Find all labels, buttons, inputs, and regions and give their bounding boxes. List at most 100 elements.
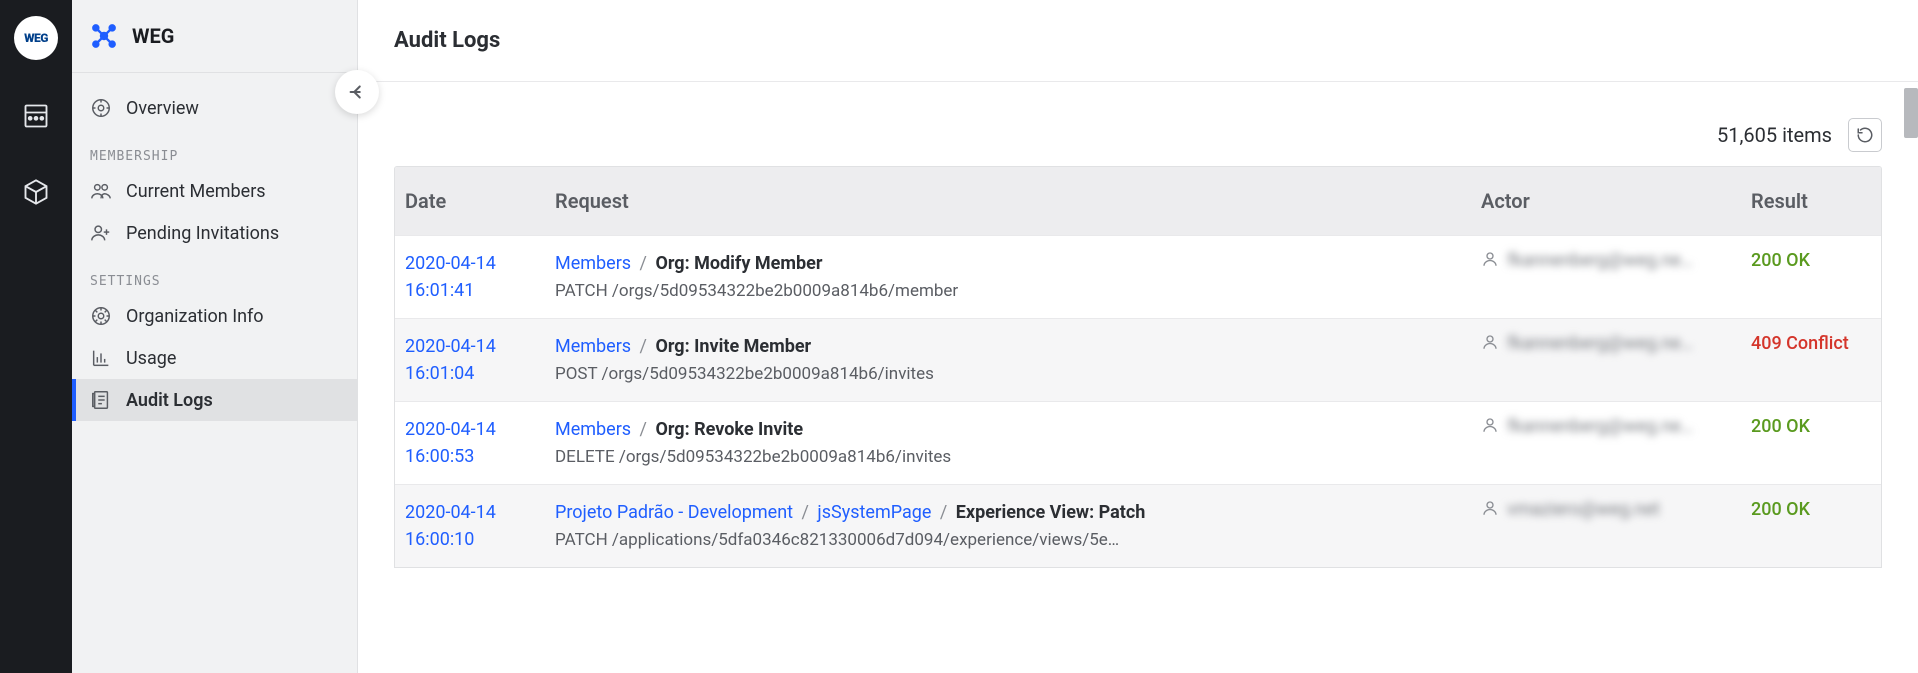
nav-audit-logs-label: Audit Logs: [126, 390, 213, 411]
sidebar-nav: Overview MEMBERSHIP Current Members Pend…: [72, 73, 357, 435]
sidebar: WEG Overview MEMBERSHIP Current Members …: [72, 0, 358, 673]
cell-actor: fkannenberg@weg.ne…: [1481, 250, 1751, 304]
cell-result: 200 OK: [1751, 499, 1871, 553]
table-header-row: Date Request Actor Result: [395, 167, 1881, 235]
request-path: DELETE /orgs/5d09534322be2b0009a814b6/in…: [555, 447, 1481, 467]
user-icon: [1481, 333, 1499, 356]
table-body: 2020-04-1416:01:41Members / Org: Modify …: [395, 235, 1881, 567]
scrollbar-thumb[interactable]: [1904, 88, 1918, 138]
actor-name: fkannenberg@weg.ne…: [1507, 416, 1693, 437]
item-count: 51,605 items: [1717, 123, 1832, 147]
nav-current-members[interactable]: Current Members: [72, 170, 357, 212]
user-icon: [1481, 499, 1499, 522]
gear-icon: [90, 305, 112, 327]
breadcrumb-link[interactable]: Projeto Padrão - Development: [555, 502, 793, 523]
actor-name: fkannenberg@weg.ne…: [1507, 250, 1693, 271]
breadcrumb-separator: /: [635, 253, 651, 274]
table-row[interactable]: 2020-04-1416:01:41Members / Org: Modify …: [395, 235, 1881, 318]
breadcrumb-link[interactable]: Members: [555, 253, 631, 274]
th-request: Request: [555, 189, 1481, 213]
nav-current-members-label: Current Members: [126, 181, 266, 202]
nav-usage-label: Usage: [126, 348, 176, 369]
nav-organization-info-label: Organization Info: [126, 306, 264, 327]
request-action: Org: Modify Member: [655, 253, 822, 274]
nav-overview[interactable]: Overview: [72, 87, 357, 129]
request-breadcrumb: Members / Org: Revoke Invite: [555, 416, 1481, 443]
nav-overview-label: Overview: [126, 98, 199, 119]
overview-icon: [90, 97, 112, 119]
cell-date: 2020-04-1416:01:41: [405, 250, 555, 304]
main-header: Audit Logs: [358, 0, 1918, 82]
user-icon: [1481, 416, 1499, 439]
date-value: 2020-04-14: [405, 333, 555, 360]
breadcrumb-link[interactable]: jsSystemPage: [817, 502, 931, 523]
time-value: 16:00:10: [405, 526, 555, 553]
main-content: 51,605 items Date Request Actor Result 2…: [358, 82, 1918, 673]
request-action: Experience View: Patch: [956, 502, 1146, 523]
nav-section-settings: SETTINGS: [72, 254, 357, 295]
collapse-sidebar-button[interactable]: [335, 70, 379, 114]
cell-request: Members / Org: Revoke Invite DELETE /orgs…: [555, 416, 1481, 470]
nav-organization-info[interactable]: Organization Info: [72, 295, 357, 337]
rail-package-icon[interactable]: [16, 172, 56, 212]
page-title: Audit Logs: [394, 28, 1882, 53]
sidebar-header: WEG: [72, 0, 357, 73]
request-path: POST /orgs/5d09534322be2b0009a814b6/invi…: [555, 364, 1481, 384]
nav-pending-invitations-label: Pending Invitations: [126, 223, 279, 244]
user-icon: [1481, 250, 1499, 273]
request-breadcrumb: Members / Org: Modify Member: [555, 250, 1481, 277]
th-result: Result: [1751, 189, 1871, 213]
cell-actor: vmaziero@weg.net: [1481, 499, 1751, 553]
invite-icon: [90, 222, 112, 244]
nav-pending-invitations[interactable]: Pending Invitations: [72, 212, 357, 254]
actor-name: fkannenberg@weg.ne…: [1507, 333, 1693, 354]
cell-date: 2020-04-1416:01:04: [405, 333, 555, 387]
log-icon: [90, 389, 112, 411]
cell-result: 200 OK: [1751, 250, 1871, 304]
table-toolbar: 51,605 items: [394, 118, 1882, 152]
nav-usage[interactable]: Usage: [72, 337, 357, 379]
brand-logo-text: WEG: [24, 31, 48, 45]
cell-actor: fkannenberg@weg.ne…: [1481, 333, 1751, 387]
breadcrumb-separator: /: [797, 502, 813, 523]
breadcrumb-link[interactable]: Members: [555, 336, 631, 357]
chart-icon: [90, 347, 112, 369]
th-date: Date: [405, 189, 555, 213]
breadcrumb-separator: /: [635, 419, 651, 440]
time-value: 16:00:53: [405, 443, 555, 470]
request-path: PATCH /applications/5dfa0346c821330006d7…: [555, 530, 1481, 550]
cell-request: Members / Org: Modify Member PATCH /orgs/…: [555, 250, 1481, 304]
org-icon: [90, 22, 118, 50]
sidebar-title: WEG: [132, 24, 174, 48]
table-row[interactable]: 2020-04-1416:00:53Members / Org: Revoke …: [395, 401, 1881, 484]
cell-date: 2020-04-1416:00:10: [405, 499, 555, 553]
breadcrumb-separator: /: [935, 502, 951, 523]
time-value: 16:01:04: [405, 360, 555, 387]
date-value: 2020-04-14: [405, 250, 555, 277]
request-path: PATCH /orgs/5d09534322be2b0009a814b6/mem…: [555, 281, 1481, 301]
table-row[interactable]: 2020-04-1416:01:04Members / Org: Invite …: [395, 318, 1881, 401]
cell-request: Projeto Padrão - Development / jsSystemP…: [555, 499, 1481, 553]
date-value: 2020-04-14: [405, 499, 555, 526]
cell-request: Members / Org: Invite Member POST /orgs/5…: [555, 333, 1481, 387]
request-action: Org: Revoke Invite: [655, 419, 803, 440]
cell-result: 409 Conflict: [1751, 333, 1871, 387]
th-actor: Actor: [1481, 189, 1751, 213]
refresh-button[interactable]: [1848, 118, 1882, 152]
audit-log-table: Date Request Actor Result 2020-04-1416:0…: [394, 166, 1882, 568]
nav-section-membership: MEMBERSHIP: [72, 129, 357, 170]
rail-dashboards-icon[interactable]: [16, 96, 56, 136]
request-breadcrumb: Projeto Padrão - Development / jsSystemP…: [555, 499, 1481, 526]
actor-name: vmaziero@weg.net: [1507, 499, 1660, 520]
members-icon: [90, 180, 112, 202]
nav-audit-logs[interactable]: Audit Logs: [72, 379, 357, 421]
request-breadcrumb: Members / Org: Invite Member: [555, 333, 1481, 360]
cell-actor: fkannenberg@weg.ne…: [1481, 416, 1751, 470]
table-row[interactable]: 2020-04-1416:00:10Projeto Padrão - Devel…: [395, 484, 1881, 567]
cell-result: 200 OK: [1751, 416, 1871, 470]
breadcrumb-link[interactable]: Members: [555, 419, 631, 440]
brand-logo[interactable]: WEG: [14, 16, 58, 60]
breadcrumb-separator: /: [635, 336, 651, 357]
date-value: 2020-04-14: [405, 416, 555, 443]
main-panel: Audit Logs 51,605 items Date Request Act…: [358, 0, 1918, 673]
